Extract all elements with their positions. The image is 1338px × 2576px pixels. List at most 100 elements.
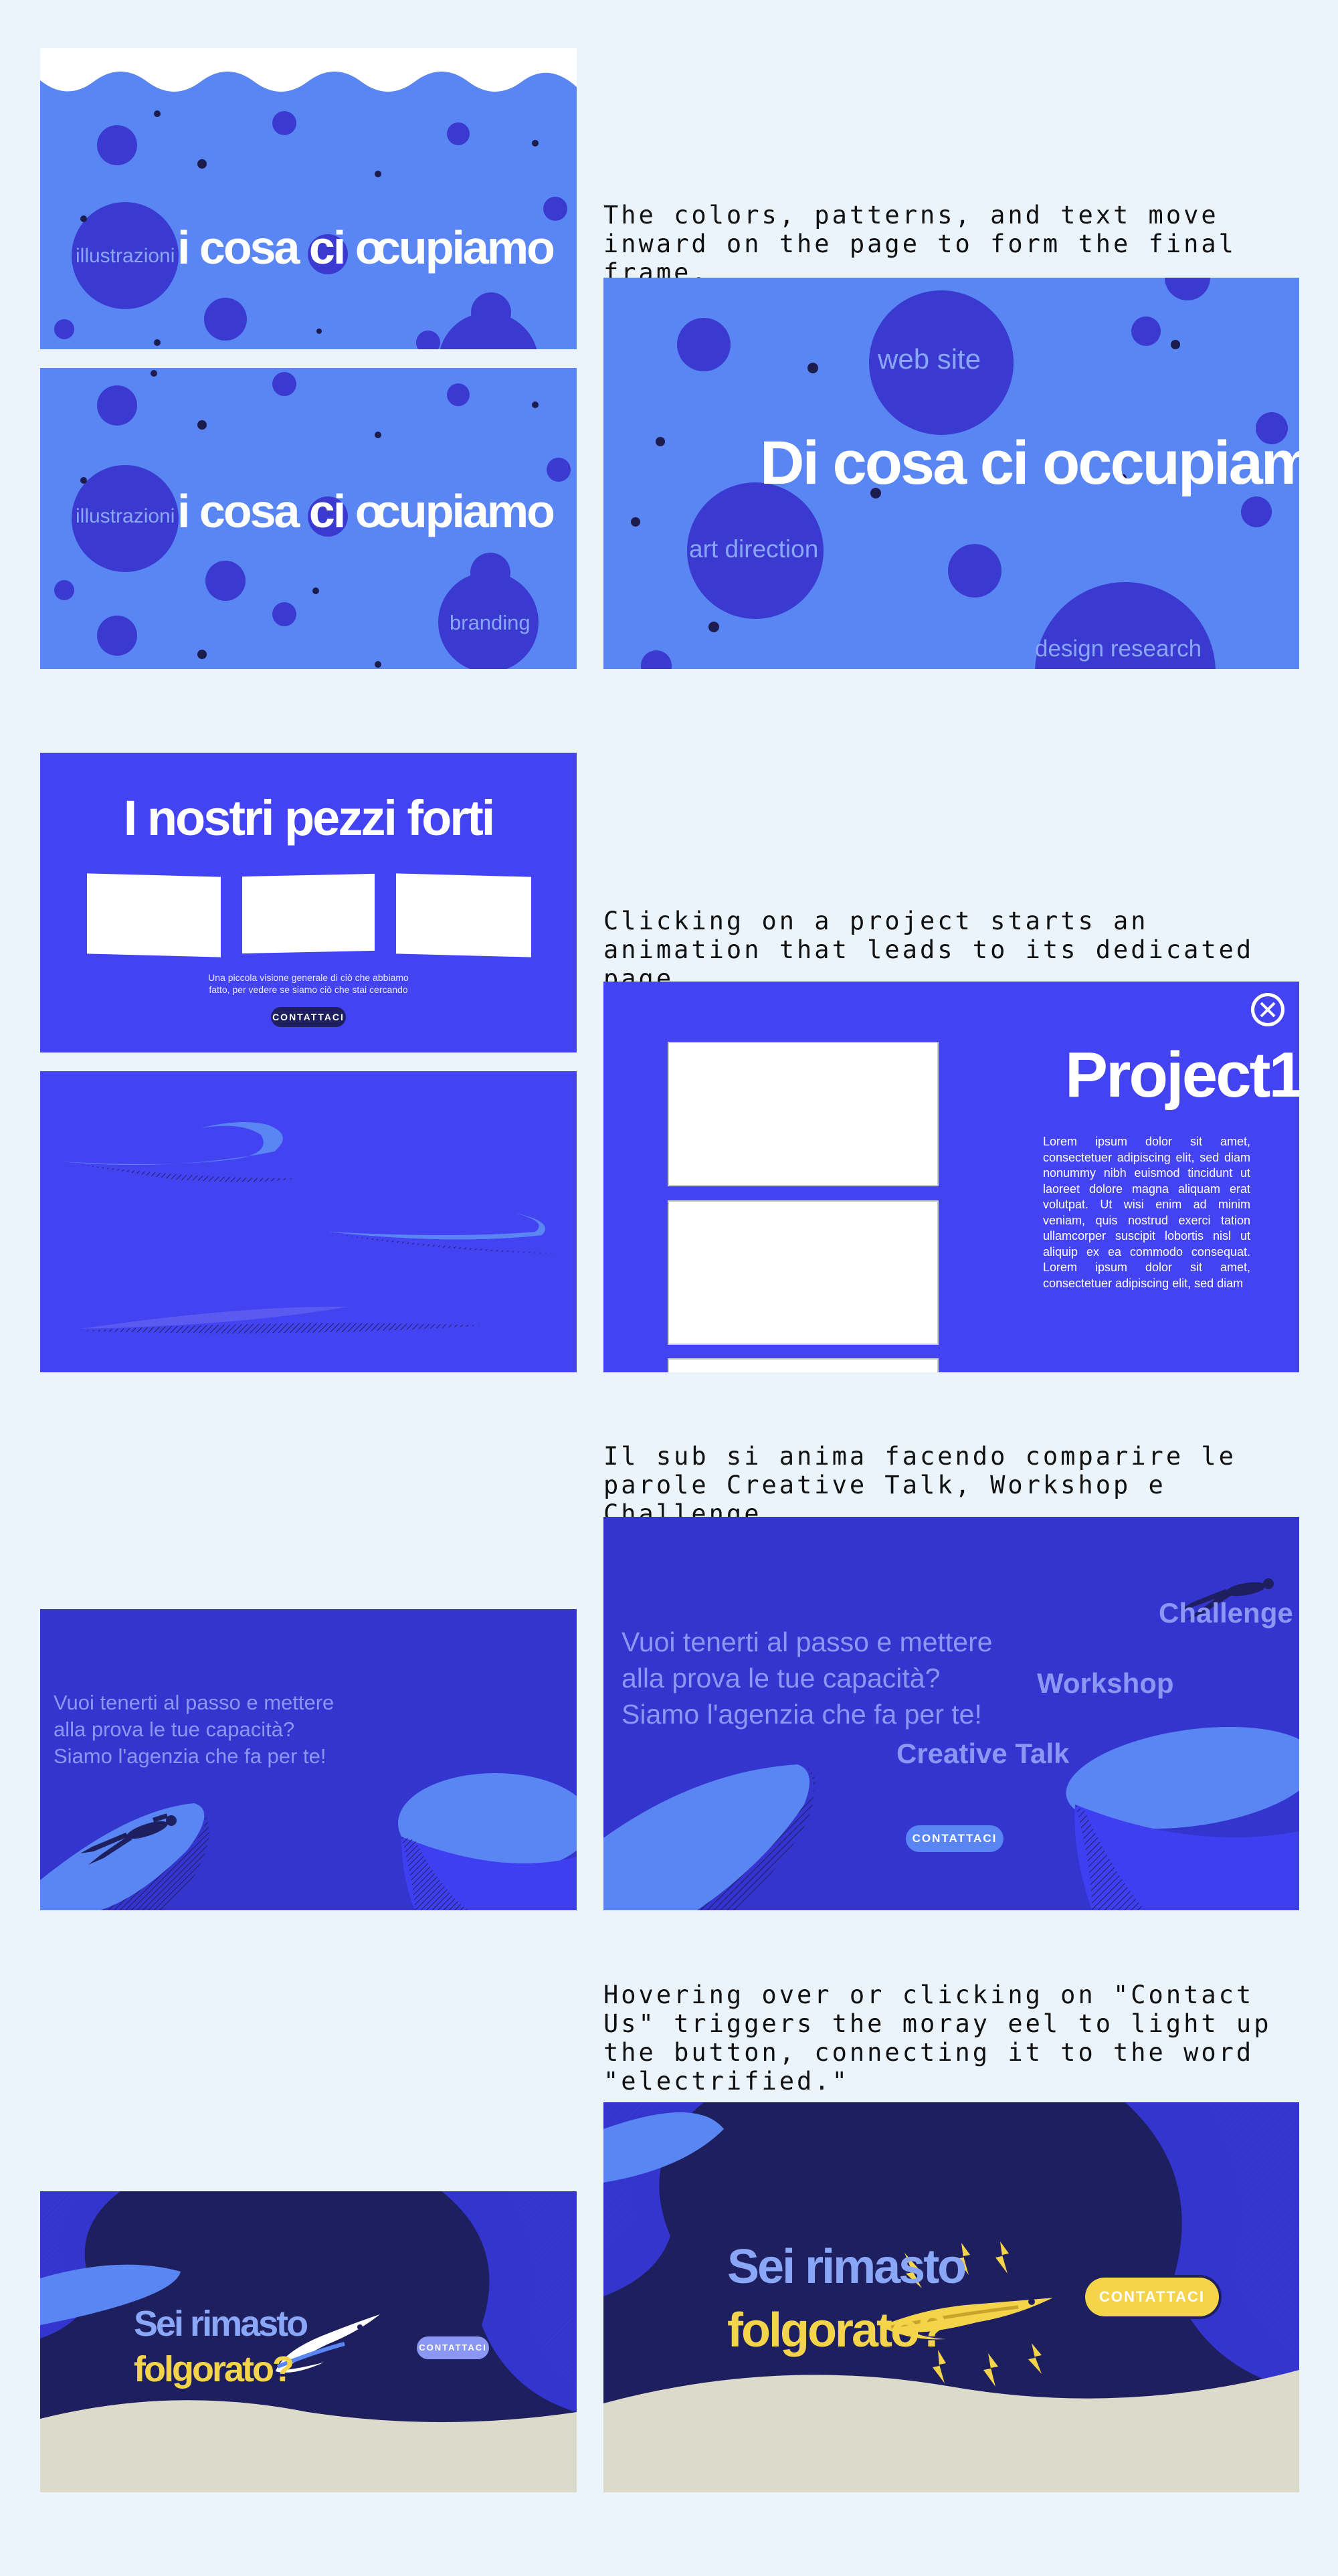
heading-projects: I nostri pezzi forti <box>123 790 496 846</box>
frame-diver-intro: Vuoi tenerti al passo e mettere alla pro… <box>40 1609 577 1910</box>
heading-partial: i cosa ci o <box>177 221 383 274</box>
dot <box>631 517 640 527</box>
dot <box>375 171 381 177</box>
bubble <box>97 616 137 656</box>
caption-project-animation: Clicking on a project starts an animatio… <box>603 907 1254 993</box>
word-workshop: Workshop <box>1037 1667 1174 1699</box>
project-card-2[interactable] <box>242 873 375 954</box>
bubble <box>1131 316 1161 346</box>
pitch-line-1: Vuoi tenerti al passo e mettere <box>54 1691 334 1714</box>
pitch-line-3: Siamo l'agenzia che fa per te! <box>622 1699 982 1730</box>
caption-eel-hover: Hovering over or clicking on "Contact Us… <box>603 1981 1272 2096</box>
heading-partial: i cosa ci o <box>177 485 383 537</box>
pitch-line-3: Siamo l'agenzia che fa per te! <box>54 1744 326 1768</box>
headline-line-2: folgorato? <box>134 2349 294 2389</box>
contact-button[interactable]: CONTATTACI <box>271 1007 346 1027</box>
dot <box>154 110 161 117</box>
word-design-research: design research <box>1035 636 1202 662</box>
bubble <box>677 318 731 371</box>
contact-button[interactable]: CONTATTACI <box>417 2336 489 2359</box>
subtitle-line-2: fatto, per vedere se siamo ciò che stai … <box>209 984 408 995</box>
bubble <box>272 111 296 135</box>
pitch-line-1: Vuoi tenerti al passo e mettere <box>622 1627 993 1657</box>
frame-diver-final: Vuoi tenerti al passo e mettere alla pro… <box>603 1517 1299 1910</box>
subtitle-line-1: Una piccola visione generale di ciò che … <box>208 972 409 983</box>
bubble <box>272 372 296 396</box>
bubble <box>204 298 247 341</box>
dot <box>807 363 818 373</box>
close-icon[interactable] <box>1250 992 1286 1028</box>
bubble <box>54 319 74 339</box>
sand <box>603 2370 1299 2492</box>
project-image-3 <box>668 1358 939 1372</box>
project-image-1 <box>668 1042 939 1186</box>
bubble <box>205 561 246 601</box>
swirl-1 <box>60 1122 283 1165</box>
caption-transition-bubbles: The colors, patterns, and text move inwa… <box>603 201 1236 287</box>
project-image-2 <box>668 1200 939 1345</box>
frame-projects: I nostri pezzi forti Una piccola visione… <box>40 753 577 1052</box>
frame-eel-intro: Sei rimasto folgorato? CONTATTACI <box>40 2191 577 2492</box>
heading-partial-end: cupiamo <box>375 221 555 274</box>
frame-bubbles-intro: i cosa ci o cupiamo illustrazioni <box>40 48 577 349</box>
headline-line-1: Sei rimasto <box>727 2240 967 2294</box>
word-art-direction: art direction <box>689 535 819 563</box>
bubble <box>547 458 571 482</box>
rock-left <box>603 1764 809 1910</box>
bubble <box>948 544 1001 597</box>
dot <box>154 339 161 346</box>
dot <box>197 650 207 659</box>
bubble <box>416 331 440 349</box>
swirl-shadow <box>60 1162 294 1182</box>
word-challenge: Challenge <box>1159 1597 1293 1629</box>
bubble <box>54 580 74 600</box>
frame-bubbles-final: Di cosa ci occupiamo web site art direct… <box>603 278 1299 669</box>
bubble <box>447 122 470 145</box>
dot <box>312 587 319 594</box>
heading-what-we-do: Di cosa ci occupiamo <box>760 429 1299 497</box>
dot <box>656 437 665 446</box>
bubble <box>1241 496 1272 527</box>
dot <box>197 159 207 169</box>
pitch-line-2: alla prova le tue capacità? <box>622 1663 941 1693</box>
contact-button-electrified[interactable]: CONTATTACI <box>1085 2278 1219 2316</box>
bubble <box>272 602 296 626</box>
dot <box>1171 340 1180 349</box>
dot <box>375 661 381 668</box>
bubble <box>641 650 672 669</box>
project-description: Lorem ipsum dolor sit amet, consectetuer… <box>1043 1135 1250 1290</box>
dot <box>375 432 381 438</box>
project-card-1[interactable] <box>87 873 221 957</box>
word-creative-talk: Creative Talk <box>896 1738 1070 1769</box>
frame-bubbles-mid: i cosa ci o cupiamo illustrazioni brandi… <box>40 368 577 669</box>
dot <box>80 215 87 222</box>
bubble <box>97 385 137 426</box>
word-illustrazioni: illustrazioni <box>76 245 175 267</box>
eel-scene <box>40 2191 577 2492</box>
caption-diver-animation: Il sub si anima facendo comparire le par… <box>603 1442 1236 1528</box>
bubble <box>97 125 137 165</box>
dot <box>532 140 539 147</box>
pitch-line-2: alla prova le tue capacità? <box>54 1718 295 1741</box>
dot <box>197 420 207 430</box>
swirl-scene <box>60 1122 562 1333</box>
heading-partial-end: cupiamo <box>375 485 555 537</box>
wave-top <box>40 48 577 92</box>
project-title: Project1 <box>1065 1039 1299 1111</box>
dot <box>80 477 87 484</box>
frame-transition-swirls <box>40 1071 577 1372</box>
frame-eel-final: Sei rimasto folgorato? CONTATTACI <box>603 2102 1299 2492</box>
headline-line-2: folgorato? <box>727 2304 947 2357</box>
project-card-3[interactable] <box>396 873 531 957</box>
contact-button[interactable]: CONTATTACI <box>906 1825 1004 1852</box>
bubble <box>543 197 567 221</box>
bubble-scene <box>40 48 577 349</box>
bubble <box>1165 278 1210 300</box>
bubble <box>447 383 470 406</box>
sand <box>40 2400 577 2492</box>
bubble-large <box>440 312 537 349</box>
dot <box>151 370 157 377</box>
dot <box>708 622 719 632</box>
word-branding: branding <box>450 611 531 634</box>
headline-line-1: Sei rimasto <box>134 2304 308 2344</box>
